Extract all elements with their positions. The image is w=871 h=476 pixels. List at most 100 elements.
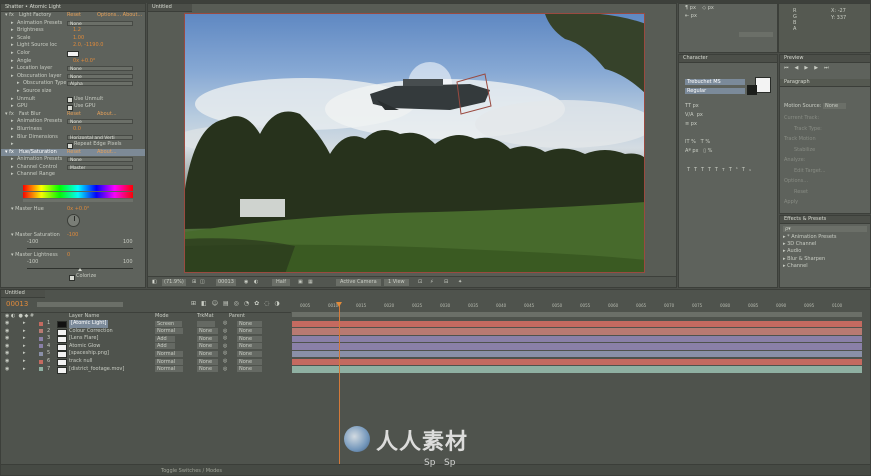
channel-icon[interactable]: ◐ (254, 277, 258, 287)
timeline-tab[interactable]: Untitled (1, 290, 45, 298)
zoom-dropdown[interactable]: (71.9%) (162, 279, 186, 286)
effect-row[interactable]: ▸ Obscuration layer None (1, 73, 145, 81)
brainstorm-icon[interactable]: ✿ (254, 300, 264, 307)
layer-duration-bar[interactable] (292, 320, 862, 327)
play-icon[interactable]: ▶ (804, 65, 814, 71)
effect-value[interactable]: 2.0, -1190.0 (73, 42, 103, 50)
layer-parent-dropdown[interactable]: None (237, 328, 263, 335)
baseline-icon[interactable]: Aª (685, 148, 691, 154)
layer-parent-dropdown[interactable]: None (237, 358, 263, 365)
frame-blend-icon[interactable]: ▤ (223, 300, 234, 307)
effect-dropdown[interactable]: Horizontal and Verti (67, 134, 133, 141)
twirl-arrow-icon[interactable]: ▸ (11, 141, 14, 149)
effect-dropdown[interactable]: None (67, 119, 133, 125)
effect-row[interactable]: ▸ Channel Range (1, 171, 145, 179)
timeline-search[interactable] (37, 302, 123, 307)
faux-italic-button[interactable]: T (694, 167, 701, 173)
layer-trkmat-dropdown[interactable]: None (197, 358, 219, 365)
twirl-arrow-icon[interactable]: ▸ (11, 73, 14, 81)
layer-trkmat-dropdown[interactable]: None (197, 335, 219, 342)
twirl-arrow-icon[interactable]: ▸ (23, 335, 26, 343)
transparency-icon[interactable]: ▦ (308, 277, 313, 287)
layer-trkmat-dropdown[interactable] (197, 320, 215, 327)
exposure-icon[interactable]: ✦ (458, 277, 462, 287)
effect-row[interactable]: ▾ fx Light Factory Reset Options... About.… (1, 12, 145, 20)
effect-row[interactable]: ▸ Light Source loc 2.0, -1190.0 (1, 42, 145, 50)
comp-flowchart-icon[interactable]: ⊟ (444, 277, 448, 287)
effect-about-link[interactable]: Options... About... (97, 12, 142, 20)
shy-icon[interactable]: ☺ (212, 300, 223, 307)
twirl-arrow-icon[interactable]: ▸ (11, 171, 14, 179)
layer-name[interactable]: track null (69, 358, 92, 366)
tool-icon-1[interactable]: ¶ (685, 5, 688, 11)
effect-value[interactable]: Reset (67, 149, 81, 157)
effect-value[interactable]: Reset (67, 12, 81, 20)
twirl-arrow-icon[interactable]: ▸ (23, 328, 26, 336)
chat-icon[interactable]: ◌ (264, 300, 274, 307)
effect-about-link[interactable]: About... (97, 111, 117, 119)
eye-icon[interactable]: ◉ (5, 335, 9, 343)
layer-label-color[interactable] (39, 351, 43, 356)
layer-row[interactable]: ◉ ▸ 7 [district_footage.mov] Normal None ◎ None (1, 366, 291, 374)
effect-row[interactable]: ▸ Animation Presets None (1, 156, 145, 164)
twirl-arrow-icon[interactable]: ▸ (23, 350, 26, 358)
parent-pickwhip-icon[interactable]: ◎ (223, 350, 227, 358)
effects-category[interactable]: ▸ Channel (783, 263, 870, 270)
layer-label-color[interactable] (39, 321, 43, 326)
resolution-dropdown[interactable]: Half (272, 279, 290, 286)
effect-dropdown[interactable]: Alpha (67, 81, 133, 87)
layer-mode-dropdown[interactable]: Add (155, 343, 175, 350)
layer-parent-dropdown[interactable]: None (237, 343, 263, 350)
eye-icon[interactable]: ◉ (5, 350, 9, 358)
effect-checkbox-label[interactable]: Repeat Edge Pixels (74, 141, 122, 149)
preview-tab[interactable]: Preview (780, 55, 870, 63)
effect-value[interactable]: 1.2 (73, 27, 81, 35)
tsume-icon[interactable]: ▯ (703, 148, 706, 154)
layer-parent-dropdown[interactable]: None (237, 335, 263, 342)
tool-field-1[interactable] (739, 32, 773, 37)
twirl-arrow-icon[interactable]: ▸ (11, 164, 14, 172)
effect-row[interactable]: ▸ Blur Dimensions Horizontal and Verti (1, 134, 145, 142)
layer-row[interactable]: ◉ ▸ 2 Colour Correction Normal None ◎ None (1, 328, 291, 336)
effect-row[interactable]: ▸ Channel Control Master (1, 164, 145, 172)
effect-row[interactable]: ▸ Blurriness 0.0 (1, 126, 145, 134)
effect-checkbox-label[interactable]: Use GPU (74, 103, 95, 111)
layer-duration-bar[interactable] (292, 343, 862, 350)
layer-trkmat-dropdown[interactable]: None (197, 328, 219, 335)
kerning-icon[interactable]: V/A (685, 112, 694, 118)
effects-category[interactable]: ▸ * Animation Presets (783, 234, 870, 241)
twirl-arrow-icon[interactable]: ▸ (17, 88, 20, 96)
effect-checkbox-label[interactable]: Use Unmult (74, 96, 103, 104)
stroke-color-swatch[interactable] (747, 85, 757, 95)
twirl-arrow-icon[interactable]: ▸ (11, 50, 14, 58)
color-swatch[interactable] (67, 51, 79, 58)
layer-label-color[interactable] (39, 359, 43, 364)
effect-controls-tab[interactable]: Shatter • Atomic Light (1, 4, 145, 12)
effects-category[interactable]: ▸ 3D Channel (783, 241, 870, 248)
layer-parent-dropdown[interactable]: None (237, 366, 263, 373)
twirl-arrow-icon[interactable]: ▸ (11, 96, 14, 104)
grid-icon[interactable]: ⊞ (192, 277, 196, 287)
layer-name[interactable]: [district_footage.mov] (69, 366, 124, 374)
effects-category[interactable]: ▸ Blur & Sharpen (783, 256, 870, 263)
effect-dropdown[interactable]: None (67, 157, 133, 163)
layer-trkmat-dropdown[interactable]: None (197, 350, 219, 357)
twirl-arrow-icon[interactable]: ▸ (11, 20, 14, 28)
colorize-checkbox[interactable] (69, 274, 75, 281)
twirl-arrow-icon[interactable]: ▸ (11, 65, 14, 73)
twirl-arrow-icon[interactable]: ▸ (17, 80, 20, 88)
motion-source-dropdown[interactable]: None (823, 103, 847, 109)
effect-checkbox[interactable] (67, 142, 73, 149)
comp-mini-flowchart-icon[interactable]: ⊞ (191, 300, 201, 307)
layer-row[interactable]: ◉ ▸ 5 [spaceship.png] Normal None ◎ None (1, 350, 291, 359)
effect-row[interactable]: ▸ Unmult Use Unmult (1, 96, 145, 104)
effect-row[interactable]: ▸ GPU Use GPU (1, 103, 145, 111)
twirl-arrow-icon[interactable]: ▸ (11, 58, 14, 66)
effects-presets-tab[interactable]: Effects & Presets (780, 216, 870, 224)
layer-label-color[interactable] (39, 336, 43, 341)
draft-3d-icon[interactable]: ◧ (201, 300, 212, 307)
effect-row[interactable]: ▸ Animation Presets None (1, 20, 145, 28)
layer-name[interactable]: [Atomic Light] (69, 320, 109, 328)
layer-mode-dropdown[interactable]: Normal (155, 366, 184, 373)
effect-dropdown[interactable]: None (67, 73, 133, 80)
